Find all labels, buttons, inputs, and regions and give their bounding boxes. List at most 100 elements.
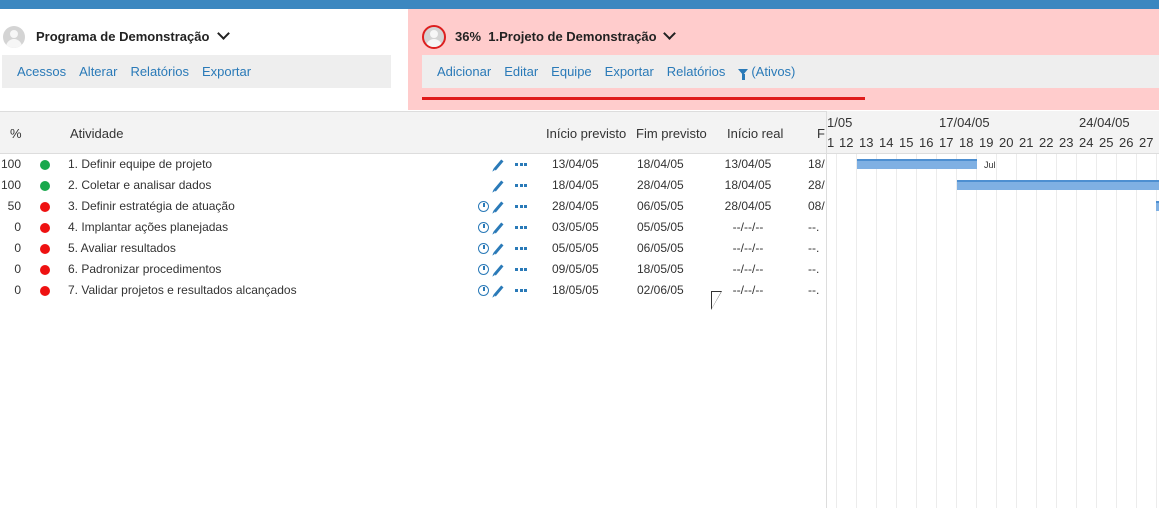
mouse-cursor-icon [711, 291, 722, 310]
table-row[interactable]: 100 2. Coletar e analisar dados 18/04/05… [0, 175, 826, 196]
project-avatar-icon[interactable] [422, 25, 446, 49]
gantt-grid-line [976, 154, 977, 508]
row-end-planned: 18/05/05 [637, 262, 684, 276]
project-chevron-down-icon[interactable] [663, 27, 676, 40]
gantt-grid-line [1076, 154, 1077, 508]
program-menu: Acessos Alterar Relatórios Exportar [2, 55, 391, 88]
row-end-real: --. [808, 241, 820, 255]
gantt-grid-line [1036, 154, 1037, 508]
gantt-header: 1/05 17/04/05 24/04/05 1 12 13 14 15 16 … [827, 111, 1159, 154]
pencil-icon[interactable] [493, 264, 504, 276]
project-menu-exportar[interactable]: Exportar [605, 64, 654, 79]
row-start-planned: 03/05/05 [552, 220, 599, 234]
status-dot [40, 202, 50, 212]
more-dots-icon[interactable] [515, 289, 527, 292]
gantt-day-label: 27 [1139, 135, 1154, 150]
table-row[interactable]: 0 7. Validar projetos e resultados alcan… [0, 280, 826, 301]
row-start-real: --/--/-- [732, 262, 764, 276]
row-end-real: --. [808, 220, 820, 234]
row-activity-name[interactable]: 4. Implantar ações planejadas [68, 220, 228, 234]
table-row[interactable]: 0 6. Padronizar procedimentos 09/05/05 1… [0, 259, 826, 280]
project-name: 1.Projeto de Demonstração [488, 29, 657, 44]
row-activity-name[interactable]: 5. Avaliar resultados [68, 241, 176, 255]
clock-icon[interactable] [478, 264, 489, 275]
gantt-bar-task-2[interactable] [957, 180, 1159, 190]
clock-icon[interactable] [478, 201, 489, 212]
program-avatar-icon[interactable] [3, 26, 25, 48]
gantt-grid-line [956, 154, 957, 508]
gantt-grid-line [1116, 154, 1117, 508]
project-menu-editar[interactable]: Editar [504, 64, 538, 79]
table-row[interactable]: 0 5. Avaliar resultados 05/05/05 06/05/0… [0, 238, 826, 259]
header-start-real[interactable]: Início real [727, 126, 783, 141]
row-start-planned: 09/05/05 [552, 262, 599, 276]
row-start-real: 13/04/05 [724, 157, 772, 171]
more-dots-icon[interactable] [515, 268, 527, 271]
row-start-real: --/--/-- [732, 220, 764, 234]
row-end-real: 18/ [808, 157, 825, 171]
row-start-real: --/--/-- [732, 283, 764, 297]
program-chevron-down-icon[interactable] [217, 27, 230, 40]
more-dots-icon[interactable] [515, 247, 527, 250]
row-end-planned: 02/06/05 [637, 283, 684, 297]
pencil-icon[interactable] [493, 243, 504, 255]
header-activity[interactable]: Atividade [70, 126, 123, 141]
row-activity-name[interactable]: 1. Definir equipe de projeto [68, 157, 212, 171]
clock-icon[interactable] [478, 285, 489, 296]
program-panel: Programa de Demonstração Acessos Alterar… [0, 9, 406, 110]
more-dots-icon[interactable] [515, 205, 527, 208]
table-row[interactable]: 0 4. Implantar ações planejadas 03/05/05… [0, 217, 826, 238]
gantt-day-label: 22 [1039, 135, 1054, 150]
pencil-icon[interactable] [493, 159, 504, 171]
pencil-icon[interactable] [493, 180, 504, 192]
row-end-real: --. [808, 262, 820, 276]
pencil-icon[interactable] [493, 222, 504, 234]
project-menu-relatorios[interactable]: Relatórios [667, 64, 726, 79]
program-menu-alterar[interactable]: Alterar [79, 64, 117, 79]
project-panel: 36% 1.Projeto de Demonstração Adicionar … [408, 9, 1159, 110]
more-dots-icon[interactable] [515, 226, 527, 229]
gantt-day-label: 20 [999, 135, 1014, 150]
program-menu-acessos[interactable]: Acessos [17, 64, 66, 79]
row-activity-name[interactable]: 6. Padronizar procedimentos [68, 262, 221, 276]
project-filter-ativos[interactable]: (Ativos) [738, 64, 796, 80]
program-menu-exportar[interactable]: Exportar [202, 64, 251, 79]
clock-icon[interactable] [478, 222, 489, 233]
gantt-grid-line [1016, 154, 1017, 508]
header-pct[interactable]: % [10, 126, 22, 141]
clock-icon[interactable] [478, 243, 489, 254]
project-title[interactable]: 36% 1.Projeto de Demonstração [455, 29, 657, 44]
row-start-planned: 05/05/05 [552, 241, 599, 255]
row-activity-name[interactable]: 7. Validar projetos e resultados alcança… [68, 283, 297, 297]
project-menu-equipe[interactable]: Equipe [551, 64, 591, 79]
pencil-icon[interactable] [493, 285, 504, 297]
program-menu-relatorios[interactable]: Relatórios [130, 64, 189, 79]
gantt-day-label: 13 [859, 135, 874, 150]
project-menu-adicionar[interactable]: Adicionar [437, 64, 491, 79]
table-row[interactable]: 100 1. Definir equipe de projeto 13/04/0… [0, 154, 826, 175]
gantt-day-label: 21 [1019, 135, 1034, 150]
row-activity-name[interactable]: 2. Coletar e analisar dados [68, 178, 211, 192]
row-activity-name[interactable]: 3. Definir estratégia de atuação [68, 199, 235, 213]
pencil-icon[interactable] [493, 201, 504, 213]
program-title[interactable]: Programa de Demonstração [36, 29, 209, 44]
header-end-planned[interactable]: Fim previsto [636, 126, 707, 141]
gantt-chart[interactable]: 1/05 17/04/05 24/04/05 1 12 13 14 15 16 … [826, 111, 1159, 508]
project-percent: 36% [455, 29, 482, 44]
filter-label: (Ativos) [751, 64, 796, 79]
more-dots-icon[interactable] [515, 184, 527, 187]
gantt-day-label: 17 [939, 135, 954, 150]
row-percent: 0 [14, 241, 21, 255]
more-dots-icon[interactable] [515, 163, 527, 166]
header-end-real[interactable]: F [817, 126, 825, 141]
project-progress-bar [422, 97, 865, 100]
row-start-real: 28/04/05 [724, 199, 772, 213]
header-start-planned[interactable]: Início previsto [546, 126, 626, 141]
row-start-real: --/--/-- [732, 241, 764, 255]
top-accent-bar [0, 0, 1159, 9]
gantt-day-label: 1 [827, 135, 835, 150]
table-row[interactable]: 50 3. Definir estratégia de atuação 28/0… [0, 196, 826, 217]
row-percent: 50 [7, 199, 21, 213]
gantt-week-label: 17/04/05 [939, 115, 990, 130]
gantt-bar-task-1[interactable] [857, 159, 977, 169]
